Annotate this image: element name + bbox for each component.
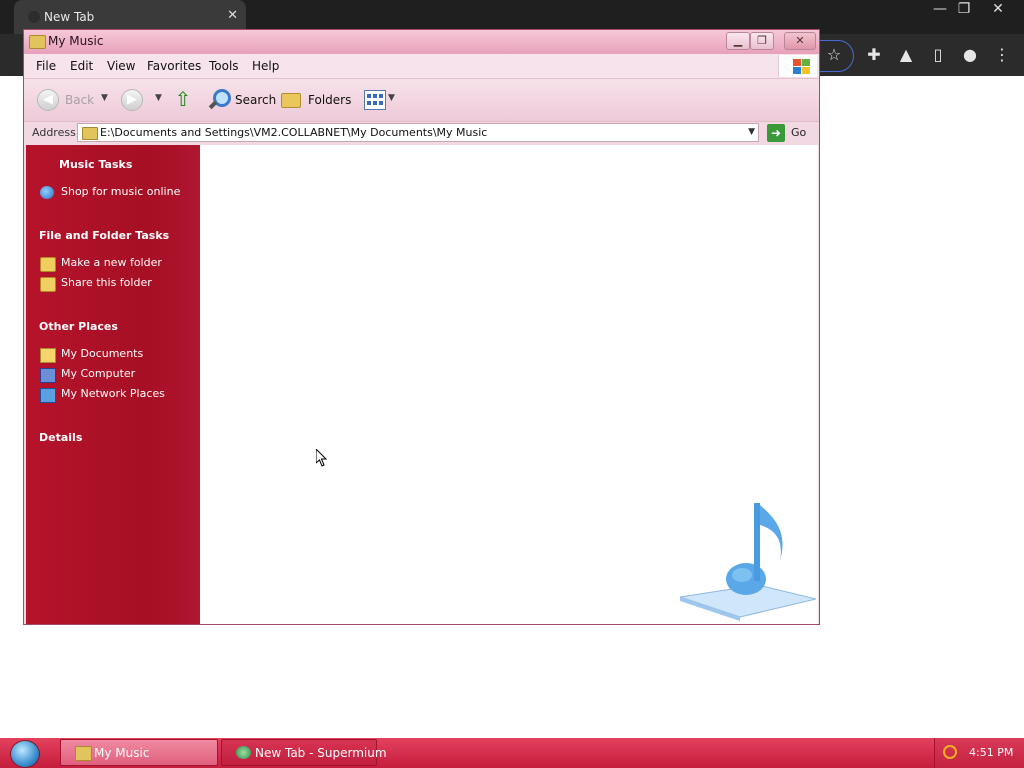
my-network-places-icon bbox=[40, 388, 56, 403]
forward-arrow-icon[interactable]: ▶ bbox=[121, 89, 143, 111]
address-label: Address bbox=[32, 126, 76, 139]
star-icon[interactable]: ☆ bbox=[824, 45, 844, 65]
window-title: My Music bbox=[48, 34, 104, 48]
my-documents-icon bbox=[40, 348, 56, 363]
folder-icon bbox=[82, 127, 98, 140]
go-button-label[interactable]: Go bbox=[791, 126, 806, 139]
sidepanel-icon[interactable]: ▯ bbox=[928, 45, 948, 65]
taskbar: My Music New Tab - Supermium 4:51 PM bbox=[0, 738, 1024, 768]
menu-favorites[interactable]: Favorites bbox=[147, 59, 201, 73]
profile-icon[interactable]: ● bbox=[960, 45, 980, 65]
other-places-heading[interactable]: Other Places bbox=[39, 320, 118, 333]
task-pane: Music Tasks Shop for music online File a… bbox=[26, 145, 200, 624]
place-my-network-places[interactable]: My Network Places bbox=[61, 387, 165, 400]
views-icon[interactable] bbox=[364, 90, 386, 110]
taskbar-item-my-music[interactable]: My Music bbox=[60, 739, 218, 766]
folders-icon[interactable] bbox=[281, 93, 301, 108]
standard-toolbar: ◀ Back ▼ ▶ ▼ ⇧ Search Folders ▼ bbox=[24, 79, 819, 122]
maximize-button[interactable]: ❐ bbox=[750, 32, 774, 50]
music-tasks-heading[interactable]: Music Tasks bbox=[59, 158, 132, 171]
tab-favicon-icon bbox=[28, 11, 40, 23]
details-heading[interactable]: Details bbox=[39, 431, 82, 444]
address-field[interactable]: E:\Documents and Settings\VM2.COLLABNET\… bbox=[77, 123, 759, 142]
search-icon[interactable] bbox=[943, 745, 957, 759]
minimize-button[interactable]: ▁ bbox=[726, 32, 750, 50]
close-button[interactable]: ✕ bbox=[784, 32, 816, 50]
back-arrow-icon[interactable]: ◀ bbox=[37, 89, 59, 111]
menu-icon[interactable]: ⋮ bbox=[992, 45, 1012, 65]
taskbar-item-new-tab[interactable]: New Tab - Supermium bbox=[221, 739, 387, 766]
back-dropdown-icon[interactable]: ▼ bbox=[101, 93, 108, 103]
globe-icon bbox=[40, 186, 54, 199]
new-folder-icon bbox=[40, 257, 56, 272]
tab-close-icon[interactable]: ✕ bbox=[227, 8, 238, 23]
place-my-documents[interactable]: My Documents bbox=[61, 347, 143, 360]
clock[interactable]: 4:51 PM bbox=[969, 746, 1013, 759]
address-bar: Address E:\Documents and Settings\VM2.CO… bbox=[24, 122, 819, 144]
my-computer-icon bbox=[40, 368, 56, 383]
menu-bar: File Edit View Favorites Tools Help bbox=[24, 54, 819, 79]
folder-music-icon bbox=[75, 746, 92, 761]
windows-logo-icon bbox=[778, 55, 817, 77]
address-dropdown-icon[interactable]: ▼ bbox=[748, 127, 755, 137]
task-share-folder[interactable]: Share this folder bbox=[61, 276, 152, 289]
browser-close-button[interactable]: ✕ bbox=[984, 0, 1012, 20]
start-button-icon[interactable] bbox=[10, 740, 40, 768]
menu-help[interactable]: Help bbox=[252, 59, 279, 73]
address-path[interactable]: E:\Documents and Settings\VM2.COLLABNET\… bbox=[100, 126, 487, 139]
back-button-label[interactable]: Back bbox=[65, 93, 94, 107]
share-folder-icon bbox=[40, 277, 56, 292]
system-tray: 4:51 PM bbox=[934, 738, 1024, 768]
menu-view[interactable]: View bbox=[107, 59, 135, 73]
task-label: New Tab - Supermium bbox=[255, 746, 387, 760]
folder-music-icon bbox=[29, 35, 46, 49]
search-button-label[interactable]: Search bbox=[235, 93, 276, 107]
tab-title: New Tab bbox=[44, 10, 95, 24]
task-shop-music-online[interactable]: Shop for music online bbox=[61, 185, 180, 198]
up-folder-icon[interactable]: ⇧ bbox=[173, 88, 193, 110]
supermium-icon bbox=[236, 746, 251, 759]
views-dropdown-icon[interactable]: ▼ bbox=[388, 93, 395, 103]
music-note-watermark-icon bbox=[679, 503, 817, 621]
task-make-new-folder[interactable]: Make a new folder bbox=[61, 256, 162, 269]
place-my-computer[interactable]: My Computer bbox=[61, 367, 135, 380]
mouse-cursor-icon bbox=[316, 449, 328, 467]
menu-file[interactable]: File bbox=[36, 59, 56, 73]
search-icon[interactable] bbox=[208, 88, 232, 112]
title-bar[interactable]: My Music ▁ ❐ ✕ bbox=[24, 30, 819, 54]
browser-restore-button[interactable]: ❐ bbox=[950, 0, 978, 20]
explorer-window: My Music ▁ ❐ ✕ File Edit View Favorites … bbox=[23, 29, 820, 625]
forward-dropdown-icon[interactable]: ▼ bbox=[155, 93, 162, 103]
flask-icon[interactable]: ▲ bbox=[896, 45, 916, 65]
file-folder-tasks-heading[interactable]: File and Folder Tasks bbox=[39, 229, 169, 242]
go-arrow-icon[interactable]: ➜ bbox=[767, 124, 785, 142]
menu-tools[interactable]: Tools bbox=[209, 59, 239, 73]
puzzle-icon[interactable]: ✚ bbox=[864, 45, 884, 65]
folders-button-label[interactable]: Folders bbox=[308, 93, 351, 107]
file-list-area[interactable] bbox=[200, 145, 818, 624]
menu-edit[interactable]: Edit bbox=[70, 59, 93, 73]
task-label: My Music bbox=[94, 746, 150, 760]
